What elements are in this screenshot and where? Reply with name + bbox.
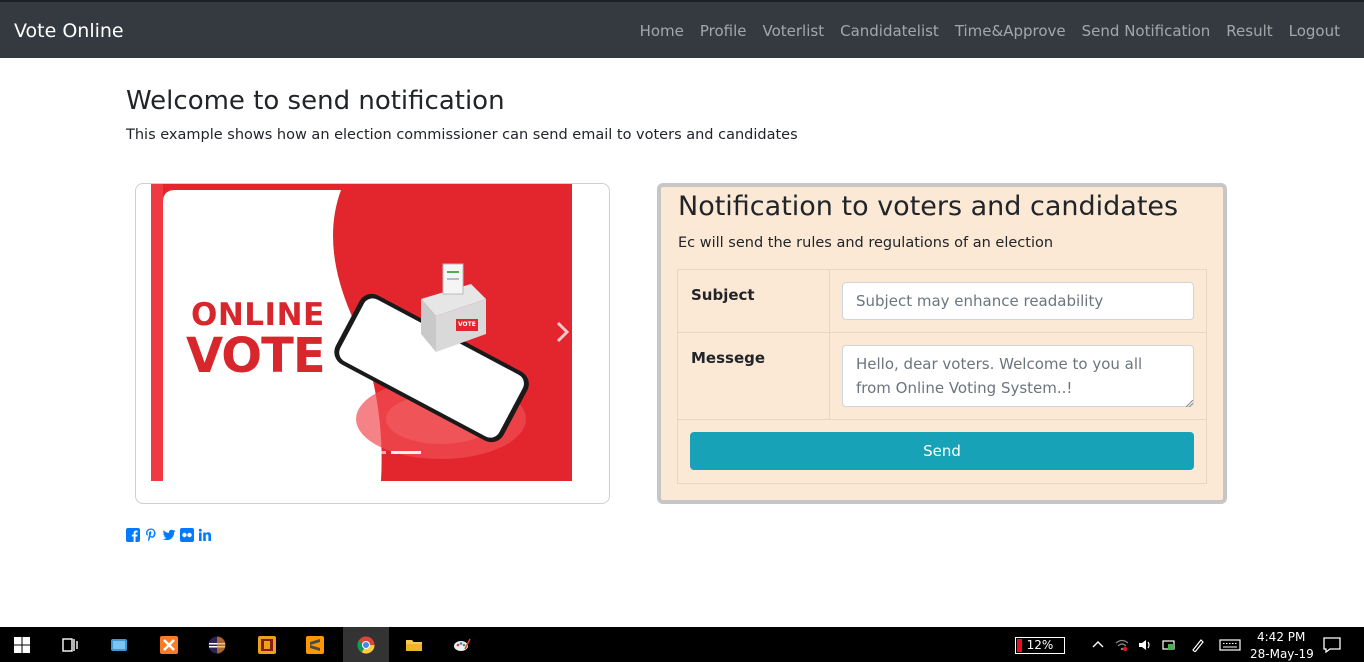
carousel-slide-image: ONLINE VOTE VOTE	[151, 184, 572, 481]
page-subtitle: This example shows how an election commi…	[126, 127, 798, 143]
form-row-message: Messege Hello, dear voters. Welcome to y…	[678, 333, 1206, 420]
carousel-indicator-active[interactable]	[391, 451, 421, 454]
nav-link-result[interactable]: Result	[1226, 22, 1272, 40]
power-plug-icon[interactable]	[1162, 638, 1176, 652]
message-label: Messege	[678, 333, 830, 419]
textarea-resize-grip-icon[interactable]	[1186, 400, 1193, 407]
network-icon[interactable]	[1115, 638, 1129, 652]
file-explorer-icon[interactable]	[405, 636, 423, 654]
windows-start-icon[interactable]	[13, 636, 31, 654]
clock-date[interactable]: 28-May-19	[1250, 647, 1314, 661]
nav-link-logout[interactable]: Logout	[1289, 22, 1340, 40]
chevron-up-icon[interactable]	[1091, 638, 1105, 652]
subject-label: Subject	[678, 270, 830, 332]
flickr-icon[interactable]	[180, 528, 194, 542]
form-row-subject: Subject Subject may enhance readability	[678, 270, 1206, 333]
message-textarea[interactable]: Hello, dear voters. Welcome to you all f…	[842, 345, 1194, 407]
carousel-card: ONLINE VOTE VOTE	[135, 183, 610, 504]
clock-time[interactable]: 4:42 PM	[1257, 630, 1305, 644]
keyboard-icon[interactable]	[1219, 638, 1241, 652]
battery-indicator[interactable]: 12%	[1015, 637, 1065, 654]
notification-title: Notification to voters and candidates	[678, 191, 1179, 222]
nav-link-time-approve[interactable]: Time&Approve	[955, 22, 1066, 40]
form-row-send: Send	[678, 420, 1206, 483]
nav-link-home[interactable]: Home	[640, 22, 684, 40]
carousel-indicator[interactable]	[368, 451, 386, 454]
send-button[interactable]: Send	[690, 432, 1194, 470]
social-links	[126, 528, 212, 542]
top-navbar: Vote Online Home Profile Voterlist Candi…	[0, 0, 1364, 58]
notification-card: Notification to voters and candidates Ec…	[657, 183, 1227, 504]
chrome-icon[interactable]	[357, 636, 375, 654]
task-view-icon[interactable]	[61, 636, 79, 654]
notification-form: Subject Subject may enhance readability …	[677, 269, 1207, 484]
navbar-brand[interactable]: Vote Online	[14, 20, 124, 42]
slide-heading-vote: VOTE	[186, 328, 326, 384]
nav-link-profile[interactable]: Profile	[700, 22, 747, 40]
notification-subtitle: Ec will send the rules and regulations o…	[678, 235, 1054, 251]
volume-icon[interactable]	[1138, 638, 1152, 652]
nav-link-send-notification[interactable]: Send Notification	[1082, 22, 1211, 40]
pen-icon[interactable]	[1191, 638, 1205, 652]
action-center-icon[interactable]	[1323, 636, 1341, 654]
archive-app-icon[interactable]	[258, 636, 276, 654]
subject-input[interactable]: Subject may enhance readability	[842, 282, 1194, 320]
nav-link-candidatelist[interactable]: Candidatelist	[840, 22, 939, 40]
ballot-box-label: VOTE	[458, 321, 476, 328]
twitter-icon[interactable]	[162, 528, 176, 542]
carousel-next-button[interactable]	[552, 317, 574, 347]
linkedin-icon[interactable]	[198, 528, 212, 542]
app-launcher-icon[interactable]	[110, 636, 128, 654]
eclipse-icon[interactable]	[208, 636, 226, 654]
windows-taskbar: 12% 4:42 PM 28-May-19	[0, 627, 1364, 662]
paint-icon[interactable]	[453, 636, 471, 654]
sublime-text-icon[interactable]	[306, 636, 324, 654]
xampp-icon[interactable]	[160, 636, 178, 654]
carousel-indicators	[368, 451, 421, 454]
nav-links: Home Profile Voterlist Candidatelist Tim…	[640, 22, 1340, 40]
chevron-right-icon	[556, 321, 570, 343]
pinterest-icon[interactable]	[144, 528, 158, 542]
nav-link-voterlist[interactable]: Voterlist	[763, 22, 825, 40]
facebook-icon[interactable]	[126, 528, 140, 542]
page-title: Welcome to send notification	[126, 86, 505, 116]
